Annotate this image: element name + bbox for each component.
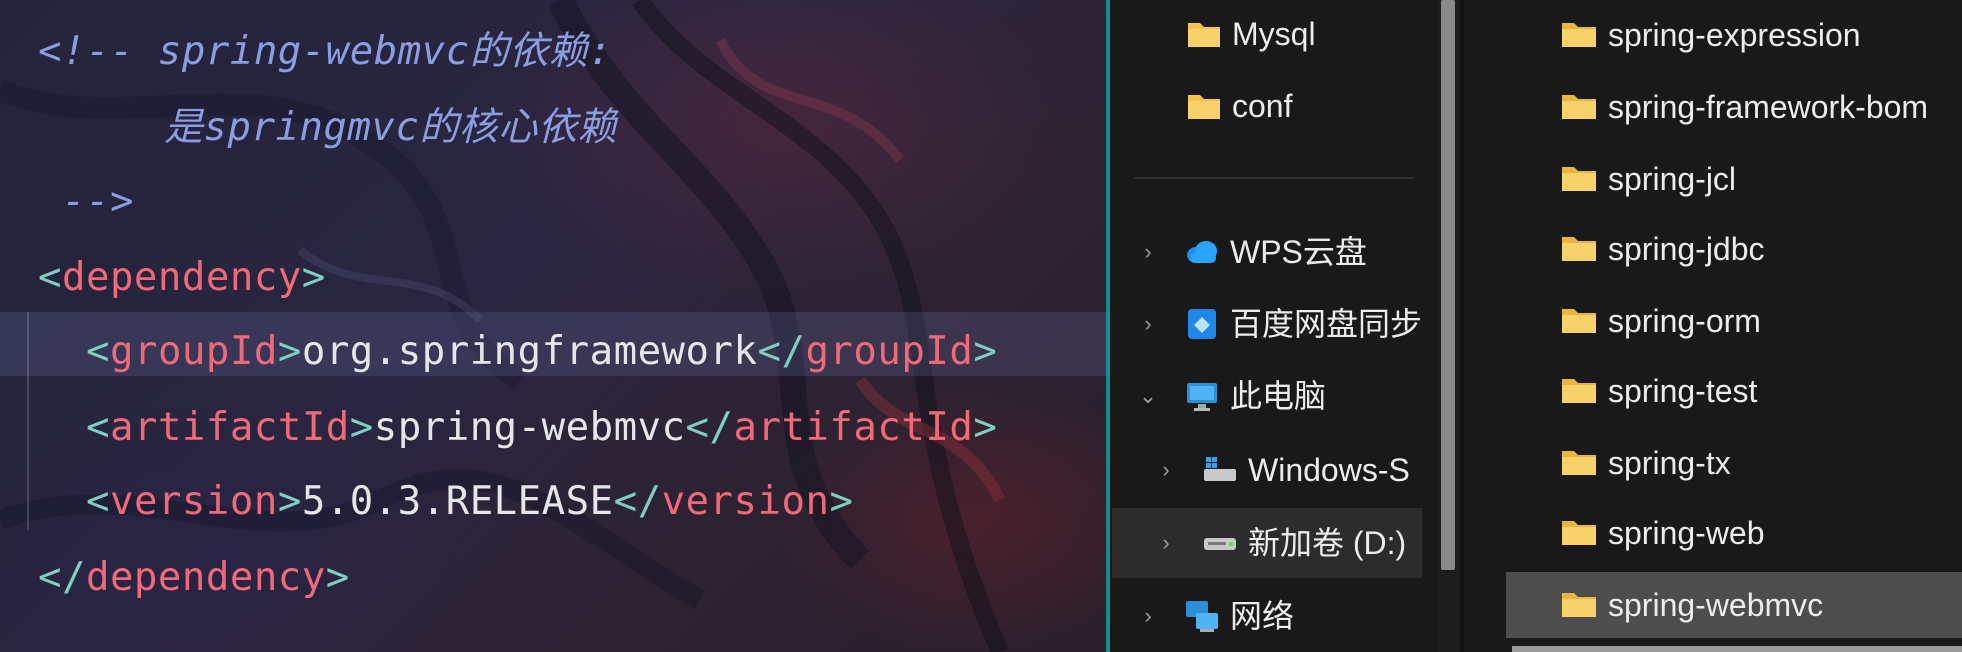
chevron-down-icon[interactable]: ⌄ — [1138, 366, 1158, 426]
tag-name: groupId — [109, 329, 278, 374]
tag-bracket: > — [349, 405, 374, 450]
nav-item-label: 新加卷 (D:) — [1248, 525, 1407, 561]
file-name: spring-webmvc — [1608, 587, 1824, 623]
nav-item-label: 此电脑 — [1230, 378, 1327, 414]
list-item[interactable]: spring-tx — [1506, 430, 1962, 496]
list-item[interactable]: spring-orm — [1506, 288, 1962, 354]
drive-icon — [1204, 538, 1236, 550]
tag-bracket: > — [325, 555, 350, 600]
tag-value: spring-webmvc — [373, 405, 686, 450]
folder-icon — [1562, 23, 1596, 47]
network-icon — [1186, 601, 1218, 632]
folder-icon — [1188, 23, 1220, 47]
nav-item-windows-drive[interactable]: › Windows-S — [1110, 440, 1430, 500]
chevron-right-icon[interactable]: › — [1138, 294, 1158, 354]
tag-name: groupId — [805, 329, 974, 374]
code-line-groupid: <groupId>org.springframework</groupId> — [86, 320, 997, 384]
tag-bracket: < — [86, 329, 110, 374]
code-line-dependency-open: <dependency> — [38, 246, 326, 310]
nav-item-this-pc[interactable]: ⌄ 此电脑 — [1110, 366, 1430, 426]
nav-item-conf[interactable]: conf — [1110, 76, 1430, 136]
code-comment-line-1: <!-- spring-webmvc的依赖: — [38, 29, 613, 74]
folder-icon — [1188, 95, 1220, 119]
tag-name: version — [661, 479, 830, 524]
system-drive-icon — [1204, 457, 1236, 481]
code-comment-close: --> — [62, 179, 134, 224]
nav-item-network[interactable]: › 网络 — [1110, 586, 1430, 646]
chevron-right-icon[interactable]: › — [1138, 586, 1158, 646]
tag-bracket: </ — [613, 479, 662, 524]
code-line-dependency-close: </dependency> — [38, 546, 350, 610]
computer-icon — [1187, 383, 1217, 411]
tag-bracket: > — [973, 405, 998, 450]
nav-item-mysql[interactable]: Mysql — [1110, 4, 1430, 64]
nav-item-label: 网络 — [1230, 598, 1295, 634]
tag-bracket: > — [277, 329, 302, 374]
tag-value: 5.0.3.RELEASE — [301, 479, 614, 524]
file-name: spring-tx — [1608, 445, 1731, 481]
tag-name: dependency — [85, 555, 326, 600]
tag-bracket: </ — [757, 329, 806, 374]
nav-scrollbar-thumb[interactable] — [1441, 0, 1455, 570]
file-name: spring-expression — [1608, 17, 1861, 53]
folder-icon — [1562, 167, 1596, 191]
folder-icon — [1562, 521, 1596, 545]
nav-item-label: 百度网盘同步 — [1230, 306, 1423, 342]
tag-bracket: < — [86, 479, 110, 524]
file-name: spring-jdbc — [1608, 231, 1765, 267]
list-item[interactable]: spring-web — [1506, 500, 1962, 566]
tag-name: artifactId — [733, 405, 974, 450]
tag-bracket: < — [86, 405, 110, 450]
tag-bracket: > — [301, 255, 326, 300]
tag-bracket: < — [38, 255, 62, 300]
chevron-right-icon[interactable]: › — [1156, 513, 1176, 573]
tag-bracket: > — [277, 479, 302, 524]
cloud-icon — [1187, 241, 1217, 263]
folder-icon — [1562, 379, 1596, 403]
nav-item-wps-cloud[interactable]: › WPS云盘 — [1110, 222, 1430, 282]
next-row-edge — [1512, 646, 1962, 652]
file-name: spring-framework-bom — [1608, 89, 1929, 125]
nav-item-label: Mysql — [1232, 16, 1316, 52]
nav-item-baidu-netdisk[interactable]: › 百度网盘同步 — [1110, 294, 1430, 354]
file-name: spring-web — [1608, 515, 1765, 551]
nav-item-label: Windows-S — [1248, 452, 1410, 488]
tag-name: artifactId — [109, 405, 350, 450]
nav-item-label: WPS云盘 — [1230, 234, 1367, 270]
nav-item-label: conf — [1232, 88, 1293, 124]
list-item[interactable]: spring-jcl — [1506, 146, 1962, 212]
folder-icon — [1562, 451, 1596, 475]
list-item[interactable]: spring-framework-bom — [1506, 74, 1962, 140]
code-editor[interactable]: <!-- spring-webmvc的依赖: 是springmvc的核心依赖 -… — [0, 0, 1106, 652]
chevron-right-icon[interactable]: › — [1156, 440, 1176, 500]
indent-guide — [27, 312, 29, 530]
tag-name: version — [109, 479, 278, 524]
tag-name: dependency — [61, 255, 302, 300]
file-name: spring-orm — [1608, 303, 1761, 339]
baidu-netdisk-icon — [1188, 309, 1216, 339]
folder-icon — [1562, 237, 1596, 261]
folder-icon — [1562, 95, 1596, 119]
file-name: spring-jcl — [1608, 161, 1737, 197]
list-item[interactable]: spring-test — [1506, 358, 1962, 424]
tag-bracket: </ — [685, 405, 734, 450]
file-name: spring-test — [1608, 373, 1758, 409]
code-line-artifactid: <artifactId>spring-webmvc</artifactId> — [86, 396, 997, 460]
list-item[interactable]: spring-expression — [1506, 2, 1962, 68]
tag-value: org.springframework — [301, 329, 758, 374]
explorer-navigation-pane[interactable]: Mysql conf › WPS云盘 › 百度网盘同步 ⌄ 此电脑 › Wind… — [1110, 0, 1440, 652]
code-line-version: <version>5.0.3.RELEASE</version> — [86, 470, 853, 534]
nav-item-new-volume-d[interactable]: › 新加卷 (D:) — [1110, 513, 1430, 573]
tag-bracket: > — [973, 329, 998, 374]
nav-divider — [1134, 177, 1414, 179]
folder-icon — [1562, 309, 1596, 333]
file-list[interactable]: spring-expression spring-framework-bom s… — [1464, 0, 1962, 652]
tag-bracket: </ — [38, 555, 86, 600]
list-item[interactable]: spring-jdbc — [1506, 216, 1962, 282]
code-comment-line-2: 是springmvc的核心依赖 — [164, 105, 617, 150]
folder-icon — [1562, 593, 1596, 617]
chevron-right-icon[interactable]: › — [1138, 222, 1158, 282]
list-item-selected[interactable]: spring-webmvc — [1506, 572, 1962, 638]
tag-bracket: > — [829, 479, 854, 524]
